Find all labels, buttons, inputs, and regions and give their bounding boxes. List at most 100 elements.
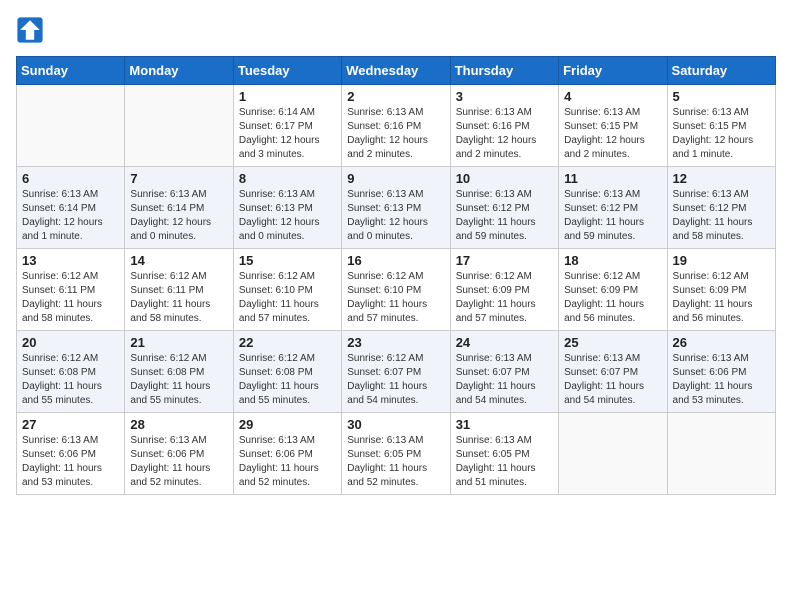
weekday-header: Wednesday xyxy=(342,57,450,85)
calendar-cell: 13 Sunrise: 6:12 AM Sunset: 6:11 PM Dayli… xyxy=(17,249,125,331)
calendar-cell: 2 Sunrise: 6:13 AM Sunset: 6:16 PM Daylig… xyxy=(342,85,450,167)
day-info: Sunrise: 6:13 AM Sunset: 6:13 PM Dayligh… xyxy=(239,188,336,244)
day-info: Sunrise: 6:12 AM Sunset: 6:08 PM Dayligh… xyxy=(22,352,119,408)
day-info: Sunrise: 6:13 AM Sunset: 6:06 PM Dayligh… xyxy=(673,352,770,408)
calendar-cell: 15 Sunrise: 6:12 AM Sunset: 6:10 PM Dayli… xyxy=(233,249,341,331)
day-info: Sunrise: 6:13 AM Sunset: 6:14 PM Dayligh… xyxy=(22,188,119,244)
weekday-header: Thursday xyxy=(450,57,558,85)
day-number: 29 xyxy=(239,417,336,432)
day-number: 11 xyxy=(564,171,661,186)
calendar-cell: 8 Sunrise: 6:13 AM Sunset: 6:13 PM Daylig… xyxy=(233,167,341,249)
calendar-cell: 25 Sunrise: 6:13 AM Sunset: 6:07 PM Dayli… xyxy=(559,331,667,413)
calendar-cell: 22 Sunrise: 6:12 AM Sunset: 6:08 PM Dayli… xyxy=(233,331,341,413)
day-number: 17 xyxy=(456,253,553,268)
day-info: Sunrise: 6:12 AM Sunset: 6:09 PM Dayligh… xyxy=(456,270,553,326)
day-info: Sunrise: 6:12 AM Sunset: 6:07 PM Dayligh… xyxy=(347,352,444,408)
calendar-cell: 11Sunrise: 6:13 AM Sunset: 6:12 PM Dayli… xyxy=(559,167,667,249)
logo-icon xyxy=(16,16,44,44)
day-number: 19 xyxy=(673,253,770,268)
day-number: 9 xyxy=(347,171,444,186)
calendar-cell: 29 Sunrise: 6:13 AM Sunset: 6:06 PM Dayli… xyxy=(233,413,341,495)
day-number: 30 xyxy=(347,417,444,432)
calendar-cell: 26Sunrise: 6:13 AM Sunset: 6:06 PM Dayli… xyxy=(667,331,775,413)
calendar-cell: 4 Sunrise: 6:13 AM Sunset: 6:15 PM Daylig… xyxy=(559,85,667,167)
day-info: Sunrise: 6:13 AM Sunset: 6:07 PM Dayligh… xyxy=(564,352,661,408)
weekday-header: Sunday xyxy=(17,57,125,85)
calendar-table: SundayMondayTuesdayWednesdayThursdayFrid… xyxy=(16,56,776,495)
day-info: Sunrise: 6:13 AM Sunset: 6:06 PM Dayligh… xyxy=(239,434,336,490)
day-number: 6 xyxy=(22,171,119,186)
day-number: 3 xyxy=(456,89,553,104)
day-info: Sunrise: 6:12 AM Sunset: 6:10 PM Dayligh… xyxy=(239,270,336,326)
calendar-cell: 19 Sunrise: 6:12 AM Sunset: 6:09 PM Dayli… xyxy=(667,249,775,331)
day-number: 15 xyxy=(239,253,336,268)
day-info: Sunrise: 6:13 AM Sunset: 6:12 PM Dayligh… xyxy=(673,188,770,244)
calendar-cell xyxy=(667,413,775,495)
day-number: 21 xyxy=(130,335,227,350)
day-number: 5 xyxy=(673,89,770,104)
calendar-cell: 5 Sunrise: 6:13 AM Sunset: 6:15 PM Daylig… xyxy=(667,85,775,167)
day-info: Sunrise: 6:13 AM Sunset: 6:15 PM Dayligh… xyxy=(673,106,770,162)
day-number: 4 xyxy=(564,89,661,104)
day-number: 23 xyxy=(347,335,444,350)
calendar-cell: 18 Sunrise: 6:12 AM Sunset: 6:09 PM Dayli… xyxy=(559,249,667,331)
day-number: 1 xyxy=(239,89,336,104)
calendar-week-row: 1 Sunrise: 6:14 AM Sunset: 6:17 PM Daylig… xyxy=(17,85,776,167)
day-info: Sunrise: 6:12 AM Sunset: 6:10 PM Dayligh… xyxy=(347,270,444,326)
calendar-cell: 10Sunrise: 6:13 AM Sunset: 6:12 PM Dayli… xyxy=(450,167,558,249)
calendar-week-row: 6 Sunrise: 6:13 AM Sunset: 6:14 PM Daylig… xyxy=(17,167,776,249)
day-number: 7 xyxy=(130,171,227,186)
day-info: Sunrise: 6:13 AM Sunset: 6:05 PM Dayligh… xyxy=(347,434,444,490)
calendar-cell: 16 Sunrise: 6:12 AM Sunset: 6:10 PM Dayli… xyxy=(342,249,450,331)
day-info: Sunrise: 6:13 AM Sunset: 6:05 PM Dayligh… xyxy=(456,434,553,490)
day-number: 31 xyxy=(456,417,553,432)
day-info: Sunrise: 6:13 AM Sunset: 6:14 PM Dayligh… xyxy=(130,188,227,244)
weekday-header: Monday xyxy=(125,57,233,85)
calendar-week-row: 27 Sunrise: 6:13 AM Sunset: 6:06 PM Dayli… xyxy=(17,413,776,495)
calendar-cell: 30 Sunrise: 6:13 AM Sunset: 6:05 PM Dayli… xyxy=(342,413,450,495)
day-number: 10 xyxy=(456,171,553,186)
day-number: 27 xyxy=(22,417,119,432)
day-info: Sunrise: 6:14 AM Sunset: 6:17 PM Dayligh… xyxy=(239,106,336,162)
calendar-cell: 28 Sunrise: 6:13 AM Sunset: 6:06 PM Dayli… xyxy=(125,413,233,495)
weekday-header: Tuesday xyxy=(233,57,341,85)
day-number: 16 xyxy=(347,253,444,268)
calendar-cell xyxy=(125,85,233,167)
day-number: 25 xyxy=(564,335,661,350)
day-info: Sunrise: 6:13 AM Sunset: 6:16 PM Dayligh… xyxy=(347,106,444,162)
calendar-cell: 7 Sunrise: 6:13 AM Sunset: 6:14 PM Daylig… xyxy=(125,167,233,249)
day-number: 2 xyxy=(347,89,444,104)
day-info: Sunrise: 6:12 AM Sunset: 6:09 PM Dayligh… xyxy=(564,270,661,326)
day-info: Sunrise: 6:12 AM Sunset: 6:09 PM Dayligh… xyxy=(673,270,770,326)
day-number: 8 xyxy=(239,171,336,186)
day-number: 18 xyxy=(564,253,661,268)
calendar-cell: 27 Sunrise: 6:13 AM Sunset: 6:06 PM Dayli… xyxy=(17,413,125,495)
calendar-cell: 24 Sunrise: 6:13 AM Sunset: 6:07 PM Dayli… xyxy=(450,331,558,413)
day-info: Sunrise: 6:13 AM Sunset: 6:16 PM Dayligh… xyxy=(456,106,553,162)
day-number: 14 xyxy=(130,253,227,268)
day-number: 28 xyxy=(130,417,227,432)
day-info: Sunrise: 6:12 AM Sunset: 6:11 PM Dayligh… xyxy=(22,270,119,326)
day-info: Sunrise: 6:13 AM Sunset: 6:13 PM Dayligh… xyxy=(347,188,444,244)
calendar-cell: 23 Sunrise: 6:12 AM Sunset: 6:07 PM Dayli… xyxy=(342,331,450,413)
day-info: Sunrise: 6:12 AM Sunset: 6:08 PM Dayligh… xyxy=(239,352,336,408)
day-info: Sunrise: 6:13 AM Sunset: 6:15 PM Dayligh… xyxy=(564,106,661,162)
day-number: 12 xyxy=(673,171,770,186)
day-number: 13 xyxy=(22,253,119,268)
day-info: Sunrise: 6:12 AM Sunset: 6:11 PM Dayligh… xyxy=(130,270,227,326)
logo xyxy=(16,16,48,44)
day-number: 22 xyxy=(239,335,336,350)
day-info: Sunrise: 6:13 AM Sunset: 6:06 PM Dayligh… xyxy=(22,434,119,490)
calendar-cell: 12 Sunrise: 6:13 AM Sunset: 6:12 PM Dayli… xyxy=(667,167,775,249)
calendar-cell xyxy=(17,85,125,167)
calendar-cell: 20 Sunrise: 6:12 AM Sunset: 6:08 PM Dayli… xyxy=(17,331,125,413)
calendar-week-row: 20 Sunrise: 6:12 AM Sunset: 6:08 PM Dayli… xyxy=(17,331,776,413)
calendar-cell xyxy=(559,413,667,495)
calendar-cell: 9 Sunrise: 6:13 AM Sunset: 6:13 PM Daylig… xyxy=(342,167,450,249)
day-number: 24 xyxy=(456,335,553,350)
day-number: 20 xyxy=(22,335,119,350)
calendar-cell: 17 Sunrise: 6:12 AM Sunset: 6:09 PM Dayli… xyxy=(450,249,558,331)
day-info: Sunrise: 6:13 AM Sunset: 6:06 PM Dayligh… xyxy=(130,434,227,490)
day-info: Sunrise: 6:12 AM Sunset: 6:08 PM Dayligh… xyxy=(130,352,227,408)
day-info: Sunrise: 6:13 AM Sunset: 6:07 PM Dayligh… xyxy=(456,352,553,408)
